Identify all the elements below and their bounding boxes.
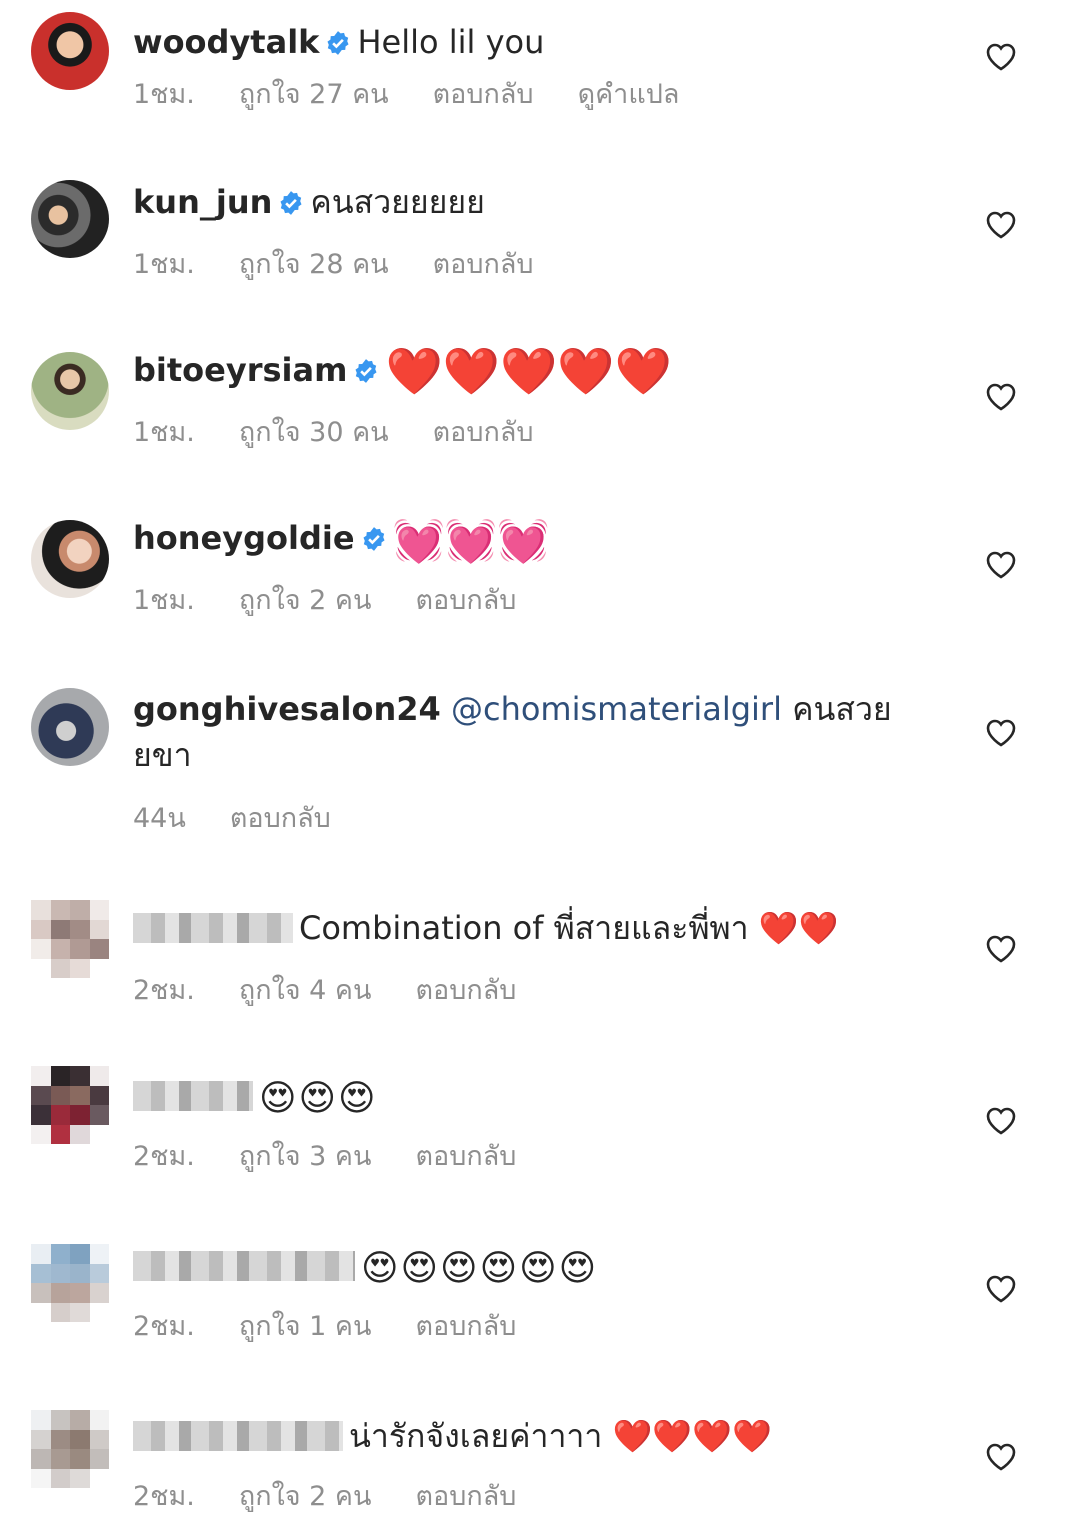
comment-text: 😍😍😍😍😍😍 — [361, 1248, 599, 1289]
heart-outline-icon[interactable] — [985, 1106, 1017, 1136]
comment-meta: 1ชม. ถูกใจ 2 คน ตอบกลับ — [133, 578, 560, 621]
avatar[interactable] — [31, 1066, 109, 1144]
verified-badge-icon — [280, 191, 302, 215]
username[interactable]: kun_jun — [133, 183, 272, 221]
username[interactable]: honeygoldie — [133, 519, 355, 557]
timestamp: 2ชม. — [133, 1481, 195, 1512]
avatar[interactable] — [31, 1244, 109, 1322]
comment-body: woodytalk Hello lil you — [133, 20, 910, 64]
comment-body: 😍😍😍😍😍😍 — [133, 1244, 910, 1291]
mention-link[interactable]: @chomismaterialgirl — [451, 690, 782, 728]
comment-text: Hello lil you — [357, 23, 545, 61]
comment-meta: 1ชม. ถูกใจ 28 คน ตอบกลับ — [133, 242, 578, 285]
avatar[interactable] — [31, 12, 109, 90]
comment-text: คนสวยยยยย — [310, 183, 485, 221]
heart-outline-icon[interactable] — [985, 550, 1017, 580]
likes-count[interactable]: ถูกใจ 30 คน — [239, 417, 389, 448]
username-blurred[interactable] — [133, 1421, 343, 1451]
comment-body: kun_jun คนสวยยยยย — [133, 180, 910, 224]
avatar[interactable] — [31, 520, 109, 598]
username[interactable]: bitoeyrsiam — [133, 351, 347, 389]
likes-count[interactable]: ถูกใจ 4 คน — [239, 975, 372, 1006]
comment-text: 💓💓💓 — [392, 516, 550, 565]
timestamp: 44น — [133, 803, 186, 834]
comment-item: kun_jun คนสวยยยยย 1ชม. ถูกใจ 28 คน ตอบกลับ — [0, 180, 1070, 300]
verified-badge-icon — [355, 359, 377, 383]
comment-item: honeygoldie 💓💓💓 1ชม. ถูกใจ 2 คน ตอบกลับ — [0, 519, 1070, 640]
avatar[interactable] — [31, 352, 109, 430]
heart-outline-icon[interactable] — [985, 382, 1017, 412]
heart-outline-icon[interactable] — [985, 42, 1017, 72]
reply-button[interactable]: ตอบกลับ — [433, 79, 534, 110]
timestamp: 2ชม. — [133, 975, 195, 1006]
comment-meta: 2ชม. ถูกใจ 4 คน ตอบกลับ — [133, 968, 560, 1011]
likes-count[interactable]: ถูกใจ 2 คน — [239, 585, 372, 616]
avatar[interactable] — [31, 688, 109, 766]
comment-text: Combination of พี่สายและพี่พา ❤️❤️ — [299, 909, 839, 947]
heart-outline-icon[interactable] — [985, 934, 1017, 964]
translate-button[interactable]: ดูคำแปล — [578, 79, 680, 110]
comment-body: น่ารักจังเลยค่าาาา ❤️❤️❤️❤️ — [133, 1414, 910, 1458]
reply-button[interactable]: ตอบกลับ — [415, 1141, 516, 1172]
heart-outline-icon[interactable] — [985, 1274, 1017, 1304]
comment-meta: 1ชม. ถูกใจ 30 คน ตอบกลับ — [133, 410, 578, 453]
reply-button[interactable]: ตอบกลับ — [433, 249, 534, 280]
avatar[interactable] — [31, 1410, 109, 1488]
timestamp: 2ชม. — [133, 1311, 195, 1342]
likes-count[interactable]: ถูกใจ 2 คน — [239, 1481, 372, 1512]
username[interactable]: gonghivesalon24 — [133, 690, 441, 728]
reply-button[interactable]: ตอบกลับ — [230, 803, 331, 834]
verified-badge-icon — [327, 31, 349, 55]
comment-text: ❤️❤️❤️❤️❤️ — [385, 344, 672, 398]
username-blurred[interactable] — [133, 1251, 355, 1281]
comment-item: 😍😍😍 2ชม. ถูกใจ 3 คน ตอบกลับ — [0, 1066, 1070, 1186]
reply-button[interactable]: ตอบกลับ — [433, 417, 534, 448]
comment-body: bitoeyrsiam ❤️❤️❤️❤️❤️ — [133, 348, 910, 394]
comment-meta: 2ชม. ถูกใจ 1 คน ตอบกลับ — [133, 1304, 560, 1347]
comment-meta: 2ชม. ถูกใจ 3 คน ตอบกลับ — [133, 1134, 560, 1177]
comment-meta: 2ชม. ถูกใจ 2 คน ตอบกลับ — [133, 1474, 560, 1517]
comment-item: น่ารักจังเลยค่าาาา ❤️❤️❤️❤️ 2ชม. ถูกใจ 2 … — [0, 1410, 1070, 1532]
timestamp: 1ชม. — [133, 249, 195, 280]
comment-text: 😍😍😍 — [259, 1078, 378, 1119]
verified-badge-icon — [363, 527, 385, 551]
timestamp: 1ชม. — [133, 79, 195, 110]
reply-button[interactable]: ตอบกลับ — [415, 585, 516, 616]
timestamp: 1ชม. — [133, 417, 195, 448]
comment-body: 😍😍😍 — [133, 1074, 910, 1121]
username[interactable]: woodytalk — [133, 23, 319, 61]
comment-item: Combination of พี่สายและพี่พา ❤️❤️ 2ชม. ถ… — [0, 900, 1070, 1020]
comment-item: gonghivesalon24 @chomismaterialgirl คนสว… — [0, 688, 1070, 838]
likes-count[interactable]: ถูกใจ 28 คน — [239, 249, 389, 280]
reply-button[interactable]: ตอบกลับ — [415, 1311, 516, 1342]
reply-button[interactable]: ตอบกลับ — [415, 975, 516, 1006]
comment-meta: 1ชม. ถูกใจ 27 คน ตอบกลับ ดูคำแปล — [133, 72, 679, 115]
timestamp: 2ชม. — [133, 1141, 195, 1172]
heart-outline-icon[interactable] — [985, 210, 1017, 240]
username-blurred[interactable] — [133, 913, 293, 943]
reply-button[interactable]: ตอบกลับ — [415, 1481, 516, 1512]
likes-count[interactable]: ถูกใจ 27 คน — [239, 79, 389, 110]
comment-meta: 44น ตอบกลับ — [133, 796, 375, 839]
comment-text: น่ารักจังเลยค่าาาา ❤️❤️❤️❤️ — [349, 1417, 772, 1455]
likes-count[interactable]: ถูกใจ 1 คน — [239, 1311, 372, 1342]
comment-item: woodytalk Hello lil you 1ชม. ถูกใจ 27 คน ตอ… — [0, 12, 1070, 132]
heart-outline-icon[interactable] — [985, 718, 1017, 748]
heart-outline-icon[interactable] — [985, 1442, 1017, 1472]
comment-item: 😍😍😍😍😍😍 2ชม. ถูกใจ 1 คน ตอบกลับ — [0, 1244, 1070, 1364]
avatar[interactable] — [31, 900, 109, 978]
timestamp: 1ชม. — [133, 585, 195, 616]
avatar[interactable] — [31, 180, 109, 258]
username-blurred[interactable] — [133, 1081, 253, 1111]
likes-count[interactable]: ถูกใจ 3 คน — [239, 1141, 372, 1172]
comment-body: honeygoldie 💓💓💓 — [133, 516, 910, 563]
comment-body: gonghivesalon24 @chomismaterialgirl คนสว… — [133, 686, 910, 778]
comment-body: Combination of พี่สายและพี่พา ❤️❤️ — [133, 906, 910, 950]
comment-item: bitoeyrsiam ❤️❤️❤️❤️❤️ 1ชม. ถูกใจ 30 คน ตอบ… — [0, 348, 1070, 472]
